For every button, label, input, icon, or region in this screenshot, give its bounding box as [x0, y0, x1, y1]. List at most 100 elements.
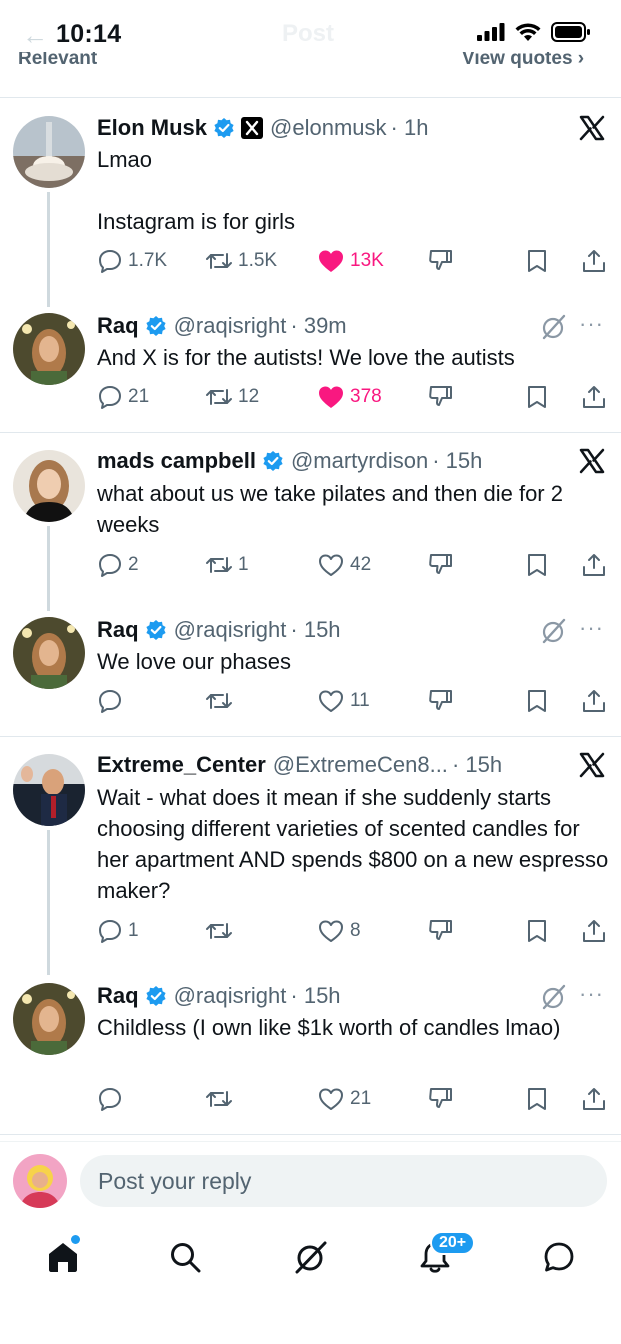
repost-button[interactable]: 12: [205, 382, 259, 412]
post-text: Childless (I own like $1k worth of candl…: [97, 1015, 561, 1040]
author-handle[interactable]: @raqisright: [174, 617, 287, 643]
post-text: We love our phases: [97, 649, 292, 674]
author-name[interactable]: mads campbell: [97, 448, 256, 474]
reply-button[interactable]: 21: [97, 382, 149, 412]
reply-button[interactable]: 1: [97, 916, 139, 946]
post-time: · 1h: [390, 115, 429, 140]
search-icon: [171, 1243, 201, 1273]
avatar[interactable]: [13, 617, 85, 689]
author-name[interactable]: Raq: [97, 983, 139, 1009]
repost-button[interactable]: [205, 686, 238, 716]
author-name[interactable]: Raq: [97, 313, 139, 339]
divider: [0, 736, 621, 737]
thread-line: [47, 830, 50, 975]
author-name[interactable]: Raq: [97, 617, 139, 643]
more-options-icon[interactable]: ···: [579, 615, 604, 641]
bookmark-button[interactable]: [525, 1084, 549, 1114]
action-bar: 21: [97, 1084, 609, 1114]
verified-badge-icon: [145, 985, 167, 1007]
author-name[interactable]: Elon Musk: [97, 115, 207, 141]
avatar[interactable]: [13, 450, 85, 522]
like-button[interactable]: 11: [317, 686, 370, 716]
repost-count: 1.5K: [238, 250, 278, 271]
repost-button[interactable]: [205, 1084, 238, 1114]
bookmark-button[interactable]: [525, 686, 549, 716]
author-handle[interactable]: @raqisright: [174, 313, 287, 339]
status-time: 10:14: [56, 20, 122, 48]
post-time: · 15h: [290, 617, 341, 642]
action-bar: 1.7K 1.5K 13K: [97, 246, 609, 276]
search-tab[interactable]: [162, 1234, 208, 1280]
verified-badge-icon: [145, 619, 167, 641]
repost-button[interactable]: [205, 916, 238, 946]
chat-bubble-icon: [544, 1242, 574, 1272]
author-handle[interactable]: @elonmusk: [270, 115, 387, 141]
like-button[interactable]: 42: [317, 550, 371, 580]
like-count: 42: [350, 554, 372, 575]
dislike-button[interactable]: [427, 916, 455, 946]
signal-icon: [477, 23, 505, 41]
share-button[interactable]: [581, 550, 607, 580]
avatar[interactable]: [13, 313, 85, 385]
dislike-button[interactable]: [427, 550, 455, 580]
bookmark-button[interactable]: [525, 916, 549, 946]
post-time: · 39m: [290, 313, 347, 338]
like-count: 8: [350, 920, 361, 941]
bookmark-button[interactable]: [525, 382, 549, 412]
action-bar: 1 8: [97, 916, 609, 946]
reply-button[interactable]: 1.7K: [97, 246, 167, 276]
like-count: 11: [350, 690, 370, 711]
share-button[interactable]: [581, 686, 607, 716]
repost-count: 12: [238, 386, 260, 407]
author-handle[interactable]: @martyrdison: [291, 448, 428, 474]
share-button[interactable]: [581, 246, 607, 276]
back-icon[interactable]: ←: [22, 20, 48, 51]
view-quotes-link[interactable]: View quotes ›: [462, 52, 584, 70]
post-text: what about us we take pilates and then d…: [97, 481, 563, 537]
x-logo-icon[interactable]: [579, 115, 605, 146]
x-logo-icon[interactable]: [579, 448, 605, 479]
reply-button[interactable]: [97, 686, 128, 716]
post-time: · 15h: [290, 983, 341, 1008]
dislike-button[interactable]: [427, 1084, 455, 1114]
bookmark-button[interactable]: [525, 550, 549, 580]
share-button[interactable]: [581, 1084, 607, 1114]
reply-button[interactable]: 2: [97, 550, 139, 580]
repost-button[interactable]: 1: [205, 550, 249, 580]
post-text: Wait - what does it mean if she suddenly…: [97, 785, 609, 903]
dislike-button[interactable]: [427, 382, 455, 412]
author-handle[interactable]: @ExtremeCen8...: [273, 752, 448, 778]
like-button[interactable]: 13K: [317, 246, 384, 276]
share-button[interactable]: [581, 382, 607, 412]
like-count: 13K: [350, 250, 384, 271]
grok-tab[interactable]: [288, 1234, 334, 1280]
sort-label[interactable]: Relevant: [18, 52, 97, 70]
like-button[interactable]: 21: [317, 1084, 371, 1114]
messages-tab[interactable]: [536, 1234, 582, 1280]
reply-input[interactable]: Post your reply: [80, 1155, 607, 1207]
avatar[interactable]: [13, 116, 85, 188]
x-logo-icon[interactable]: [579, 752, 605, 783]
notifications-badge: 20+: [430, 1231, 476, 1255]
more-options-icon[interactable]: ···: [579, 981, 604, 1007]
divider: [0, 97, 621, 98]
reply-button[interactable]: [97, 1084, 128, 1114]
dislike-button[interactable]: [427, 686, 455, 716]
avatar[interactable]: [13, 754, 85, 826]
repost-button[interactable]: 1.5K: [205, 246, 277, 276]
page-title: Post: [282, 20, 335, 47]
dislike-button[interactable]: [427, 246, 455, 276]
share-button[interactable]: [581, 916, 607, 946]
author-name[interactable]: Extreme_Center: [97, 752, 266, 778]
avatar[interactable]: [13, 983, 85, 1055]
my-avatar[interactable]: [13, 1154, 67, 1208]
bookmark-button[interactable]: [525, 246, 549, 276]
x-affiliate-badge-icon: [241, 117, 264, 139]
divider: [0, 1134, 621, 1135]
verified-badge-icon: [213, 117, 235, 139]
like-button[interactable]: 8: [317, 916, 361, 946]
author-handle[interactable]: @raqisright: [174, 983, 287, 1009]
home-icon: [49, 1243, 77, 1272]
like-button[interactable]: 378: [317, 382, 382, 412]
more-options-icon[interactable]: ···: [579, 311, 604, 337]
